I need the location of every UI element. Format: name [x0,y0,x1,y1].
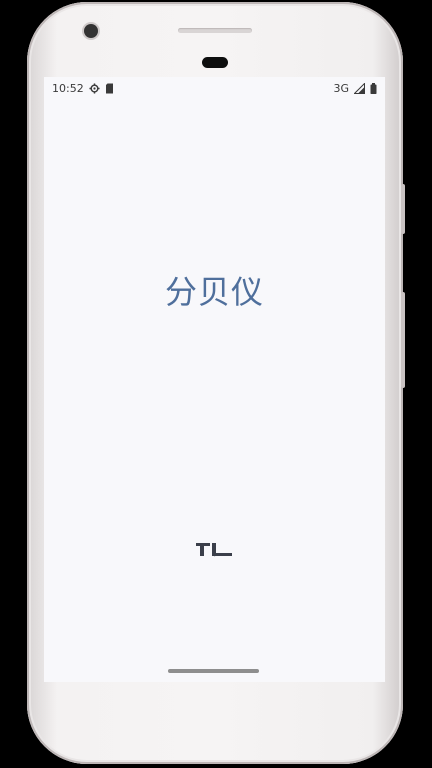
status-bar: 10:52 3G [44,77,385,99]
volume-button[interactable] [401,292,405,388]
status-left: 10:52 [52,82,114,95]
brand-logo-text: TL [214,556,216,558]
power-button[interactable] [401,184,405,234]
status-right: 3G [333,82,377,95]
app-title: 分贝仪 [164,273,264,311]
sd-card-icon [105,83,114,94]
brand-logo: TL [194,539,234,559]
network-type: 3G [333,81,349,95]
top-speaker-grille [178,28,252,33]
screen: 10:52 3G 分贝仪 TL [44,77,385,682]
phone-frame: 10:52 3G 分贝仪 TL [27,2,405,764]
home-indicator[interactable] [168,669,259,673]
settings-gear-icon [89,82,100,94]
status-time: 10:52 [52,81,84,95]
front-camera [84,24,98,38]
battery-icon [370,82,377,94]
earpiece [202,57,228,68]
signal-icon [354,82,365,94]
